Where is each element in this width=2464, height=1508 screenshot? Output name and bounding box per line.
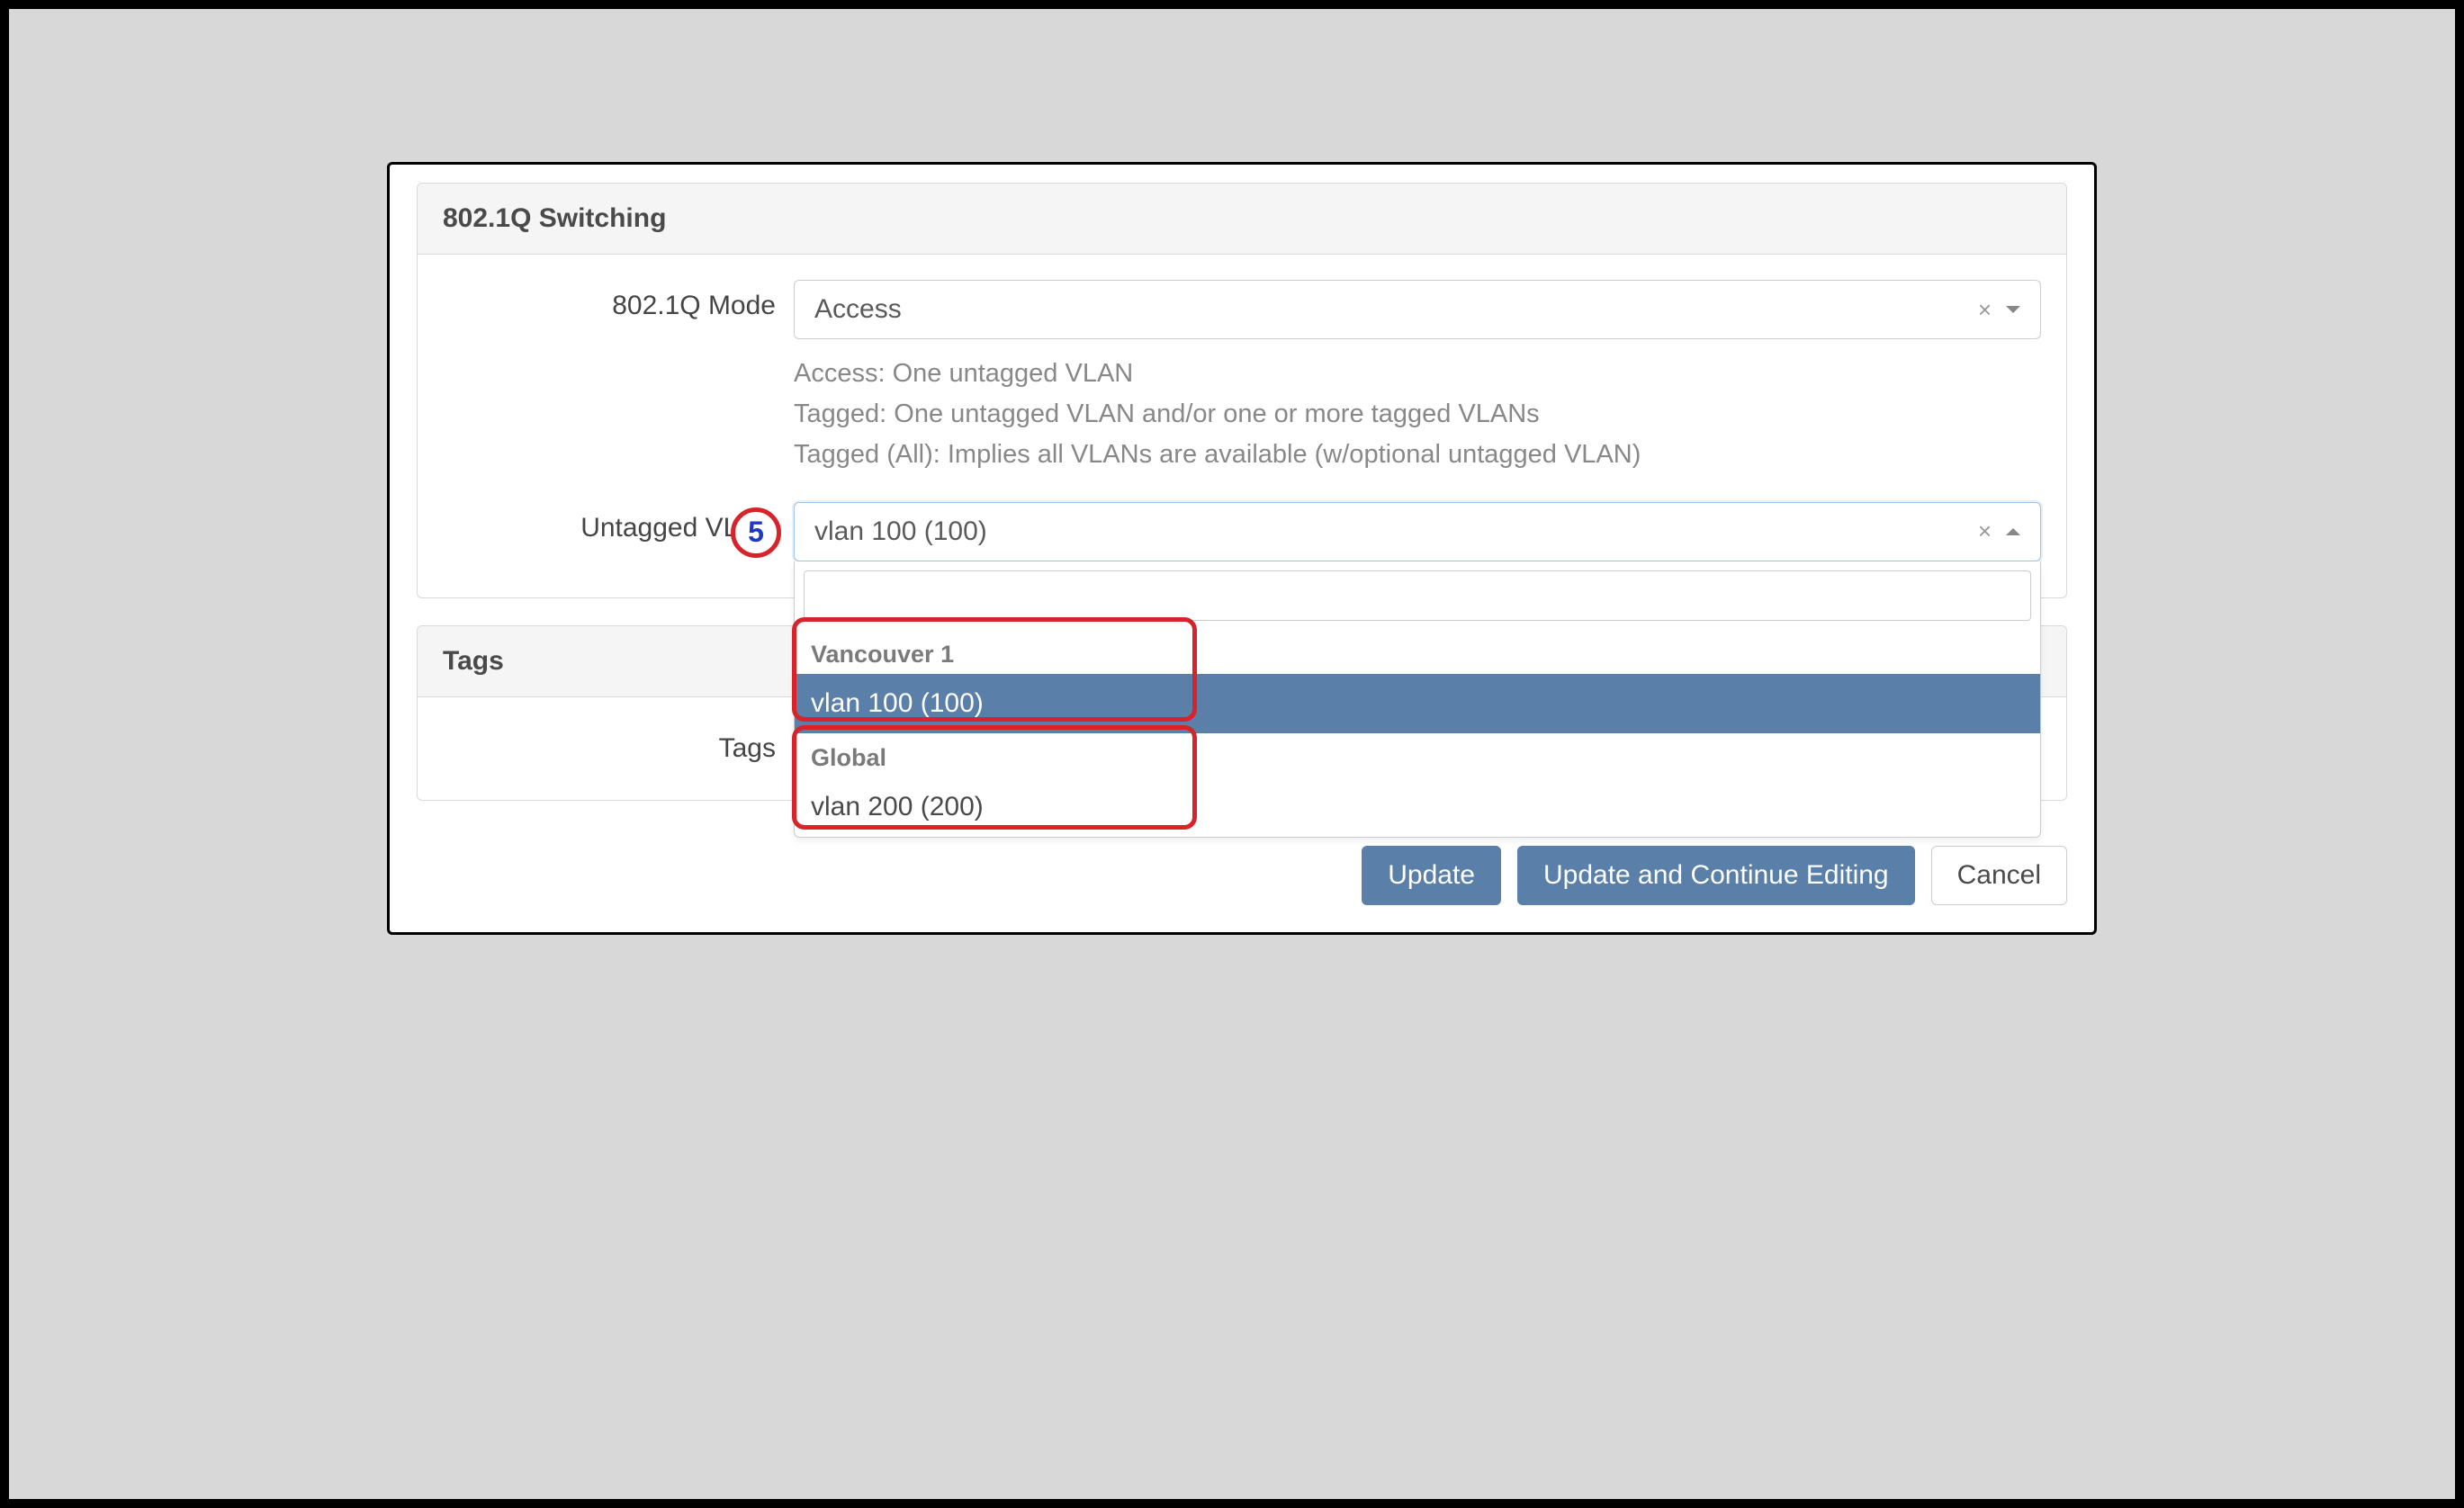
untagged-vlan-dropdown: Vancouver 1 vlan 100 (100) Global vlan 2… [794, 561, 2041, 838]
chevron-up-icon[interactable] [2006, 528, 2020, 535]
dropdown-option-vlan200[interactable]: vlan 200 (200) [795, 777, 2040, 837]
clear-icon[interactable]: × [1978, 296, 1992, 324]
mode-help-line3: Tagged (All): Implies all VLANs are avai… [794, 435, 2041, 475]
outer-frame: 802.1Q Switching 802.1Q Mode Access × [0, 0, 2464, 1508]
footer-buttons: Update Update and Continue Editing Cance… [390, 828, 2094, 932]
dropdown-search-input[interactable] [804, 570, 2031, 621]
mode-select-icons: × [1978, 296, 2020, 324]
dropdown-group-header: Global [795, 733, 2040, 777]
form-panel: 802.1Q Switching 802.1Q Mode Access × [387, 162, 2097, 935]
update-button[interactable]: Update [1362, 846, 1501, 905]
untagged-vlan-row: Untagged VLAN vlan 100 (100) × [443, 502, 2041, 561]
cancel-button[interactable]: Cancel [1931, 846, 2067, 905]
mode-label: 802.1Q Mode [443, 280, 794, 321]
dropdown-option-vlan100[interactable]: vlan 100 (100) [795, 674, 2040, 733]
chevron-down-icon[interactable] [2006, 306, 2020, 313]
dropdown-group-2: Global vlan 200 (200) [795, 733, 2040, 837]
clear-icon[interactable]: × [1978, 517, 1992, 545]
mode-select[interactable]: Access × [794, 280, 2041, 339]
mode-select-value: Access [814, 294, 902, 325]
switching-card-body: 802.1Q Mode Access × Access: One untagge… [418, 255, 2066, 597]
step-badge-number: 5 [748, 516, 764, 549]
mode-help-line2: Tagged: One untagged VLAN and/or one or … [794, 394, 2041, 435]
mode-control: Access × Access: One untagged VLAN Tagge… [794, 280, 2041, 475]
untagged-vlan-select-icons: × [1978, 517, 2020, 545]
mode-help-line1: Access: One untagged VLAN [794, 354, 2041, 394]
untagged-vlan-select[interactable]: vlan 100 (100) × [794, 502, 2041, 561]
step-badge: 5 [731, 507, 781, 558]
dropdown-group-header: Vancouver 1 [795, 630, 2040, 674]
update-continue-button[interactable]: Update and Continue Editing [1517, 846, 1915, 905]
untagged-vlan-select-value: vlan 100 (100) [814, 516, 987, 547]
mode-row: 802.1Q Mode Access × Access: One untagge… [443, 280, 2041, 475]
switching-card-header: 802.1Q Switching [418, 184, 2066, 255]
untagged-vlan-control: vlan 100 (100) × Va [794, 502, 2041, 561]
mode-help: Access: One untagged VLAN Tagged: One un… [794, 354, 2041, 475]
switching-card: 802.1Q Switching 802.1Q Mode Access × [417, 183, 2067, 598]
tags-label: Tags [443, 723, 794, 764]
dropdown-group-1: Vancouver 1 vlan 100 (100) [795, 630, 2040, 733]
dropdown-search-wrap [795, 561, 2040, 630]
